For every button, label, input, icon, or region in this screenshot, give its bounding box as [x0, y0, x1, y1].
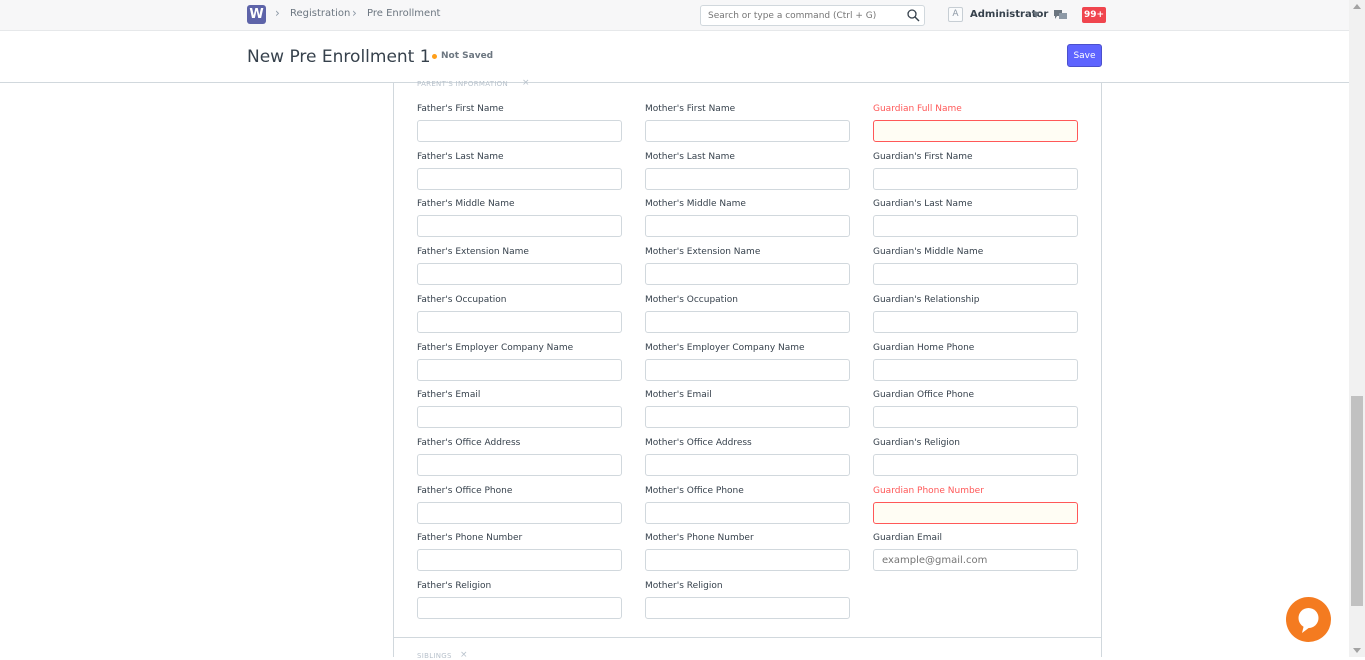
chevron-right-icon: ›: [275, 6, 280, 20]
mother-s-middle-name-label: Mother's Middle Name: [645, 199, 746, 210]
caret-down-icon[interactable]: ▼: [1033, 10, 1039, 19]
father-s-last-name-label: Father's Last Name: [417, 151, 504, 162]
section-divider: [394, 637, 1101, 638]
father-s-phone-number-input[interactable]: [417, 549, 622, 572]
mother-s-last-name-label: Mother's Last Name: [645, 151, 735, 162]
mother-s-phone-number-input[interactable]: [645, 549, 850, 572]
chat-widget-button[interactable]: [1286, 597, 1331, 642]
guardian-s-relationship-input[interactable]: [873, 310, 1078, 333]
mother-s-email-label: Mother's Email: [645, 390, 712, 401]
father-s-middle-name-input[interactable]: [417, 215, 622, 238]
father-s-employer-company-name-label: Father's Employer Company Name: [417, 342, 574, 353]
unsaved-indicator: [432, 54, 437, 59]
father-s-office-phone-input[interactable]: [417, 501, 622, 524]
guardian-phone-number-label: Guardian Phone Number: [873, 485, 984, 496]
father-s-occupation-input[interactable]: [417, 310, 622, 333]
guardian-home-phone-label: Guardian Home Phone: [873, 342, 975, 353]
guardian-s-middle-name-label: Guardian's Middle Name: [873, 247, 984, 258]
father-s-office-address-input[interactable]: [417, 453, 622, 476]
guardian-s-religion-label: Guardian's Religion: [873, 437, 961, 448]
guardian-s-first-name-input[interactable]: [873, 167, 1078, 190]
save-button[interactable]: Save: [1067, 44, 1102, 67]
app-logo[interactable]: W: [247, 5, 266, 24]
mother-s-religion-input[interactable]: [645, 597, 850, 619]
father-s-occupation-label: Father's Occupation: [417, 294, 507, 305]
chevron-right-icon: ›: [352, 6, 357, 20]
mother-s-religion-label: Mother's Religion: [645, 581, 723, 591]
top-navbar: W › Registration › Pre Enrollment A Admi…: [0, 0, 1349, 31]
scrollbar-thumb[interactable]: [1351, 396, 1363, 606]
search-input[interactable]: [708, 9, 903, 23]
status-label: Not Saved: [441, 51, 494, 61]
mother-s-email-input[interactable]: [645, 406, 850, 429]
father-s-phone-number-label: Father's Phone Number: [417, 533, 523, 544]
father-s-first-name-input[interactable]: [417, 120, 622, 142]
guardian-email-label: Guardian Email: [873, 533, 942, 544]
avatar[interactable]: A: [948, 7, 963, 22]
father-s-email-input[interactable]: [417, 406, 622, 429]
mother-s-first-name-input[interactable]: [645, 120, 850, 142]
mother-s-office-address-input[interactable]: [645, 453, 850, 476]
mother-s-office-address-label: Mother's Office Address: [645, 437, 752, 448]
mother-s-employer-company-name-input[interactable]: [645, 358, 850, 381]
mother-s-last-name-input[interactable]: [645, 167, 850, 190]
breadcrumb-pre-enrollment[interactable]: Pre Enrollment: [367, 8, 440, 19]
page-title: New Pre Enrollment 1: [247, 47, 431, 67]
father-s-email-label: Father's Email: [417, 390, 481, 401]
guardian-office-phone-input[interactable]: [873, 406, 1078, 429]
guardian-phone-number-input[interactable]: [873, 501, 1078, 524]
mother-s-extension-name-input[interactable]: [645, 263, 850, 286]
guardian-email-input[interactable]: [873, 549, 1078, 572]
guardian-office-phone-label: Guardian Office Phone: [873, 390, 975, 401]
guardian-full-name-input[interactable]: [873, 120, 1078, 142]
guardian-s-middle-name-input[interactable]: [873, 263, 1078, 286]
form-section: PARENT'S INFORMATION × Father's First Na…: [393, 78, 1102, 660]
notification-badge[interactable]: 99+: [1082, 7, 1106, 23]
guardian-home-phone-input[interactable]: [873, 358, 1078, 381]
search-icon[interactable]: [906, 8, 920, 22]
father-s-religion-input[interactable]: [417, 597, 622, 619]
page-header: New Pre Enrollment 1 Not Saved Save: [0, 31, 1349, 83]
close-icon[interactable]: ×: [460, 650, 468, 660]
section-title-parents[interactable]: PARENT'S INFORMATION: [417, 80, 508, 88]
mother-s-extension-name-label: Mother's Extension Name: [645, 247, 761, 258]
search-box[interactable]: [700, 5, 925, 26]
close-icon[interactable]: ×: [522, 78, 530, 88]
scroll-up-arrow[interactable]: [1353, 4, 1361, 9]
mother-s-office-phone-label: Mother's Office Phone: [645, 485, 744, 496]
guardian-s-last-name-input[interactable]: [873, 215, 1078, 238]
father-s-office-address-label: Father's Office Address: [417, 437, 521, 448]
mother-s-middle-name-input[interactable]: [645, 215, 850, 238]
father-s-extension-name-label: Father's Extension Name: [417, 247, 529, 258]
section-title-siblings[interactable]: SIBLINGS: [417, 652, 452, 660]
guardian-s-last-name-label: Guardian's Last Name: [873, 199, 973, 210]
mother-s-phone-number-label: Mother's Phone Number: [645, 533, 754, 544]
father-s-first-name-label: Father's First Name: [417, 104, 504, 114]
guardian-full-name-label: Guardian Full Name: [873, 104, 962, 114]
chat-bubble-icon: [1298, 608, 1319, 633]
mother-s-employer-company-name-label: Mother's Employer Company Name: [645, 342, 805, 353]
mother-s-occupation-input[interactable]: [645, 310, 850, 333]
mother-s-office-phone-input[interactable]: [645, 501, 850, 524]
mother-s-first-name-label: Mother's First Name: [645, 104, 736, 114]
father-s-last-name-input[interactable]: [417, 167, 622, 190]
scroll-down-arrow[interactable]: [1353, 648, 1361, 653]
father-s-extension-name-input[interactable]: [417, 263, 622, 286]
father-s-religion-label: Father's Religion: [417, 581, 492, 591]
father-s-employer-company-name-input[interactable]: [417, 358, 622, 381]
guardian-s-first-name-label: Guardian's First Name: [873, 151, 973, 162]
father-s-office-phone-label: Father's Office Phone: [417, 485, 513, 496]
guardian-s-relationship-label: Guardian's Relationship: [873, 294, 980, 305]
chat-icon[interactable]: [1054, 9, 1067, 21]
mother-s-occupation-label: Mother's Occupation: [645, 294, 738, 305]
breadcrumb-registration[interactable]: Registration: [290, 8, 350, 19]
father-s-middle-name-label: Father's Middle Name: [417, 199, 515, 210]
guardian-s-religion-input[interactable]: [873, 453, 1078, 476]
